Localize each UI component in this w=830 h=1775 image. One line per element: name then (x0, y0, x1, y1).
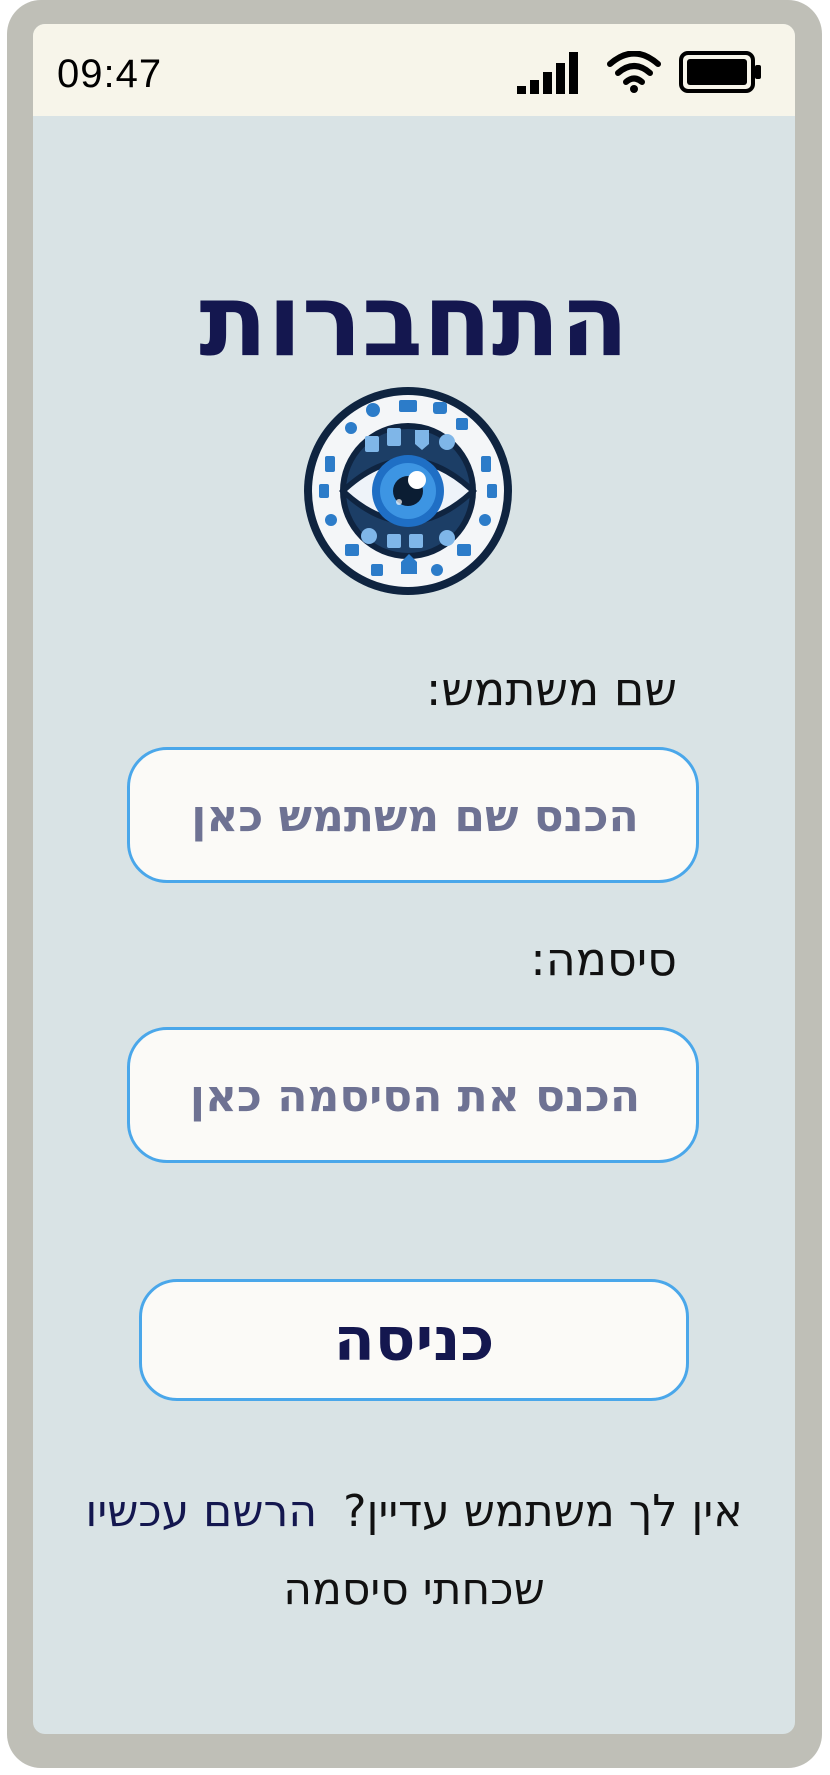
password-field-box (127, 1027, 700, 1163)
username-input[interactable] (130, 750, 700, 882)
signup-link[interactable]: הרשם עכשיו (85, 1486, 317, 1537)
eye-logo-icon (304, 387, 512, 595)
password-label: סיסמה: (530, 932, 677, 986)
username-field-box (127, 747, 700, 883)
forgot-password-link[interactable]: שכחתי סיסמה (33, 1564, 795, 1615)
password-input[interactable] (130, 1030, 700, 1162)
app-screen: 09:47 התחברות שם משתמש: הכנס שם משתמש כא… (33, 24, 795, 1734)
status-bar: 09:47 (33, 24, 795, 116)
signal-icon (517, 52, 578, 94)
username-label: שם משתמש: (425, 662, 677, 716)
status-icons (517, 50, 763, 94)
phone-frame: 09:47 התחברות שם משתמש: הכנס שם משתמש כא… (7, 0, 822, 1768)
signup-prompt: אין לך משתמש עדיין? הרשם עכשיו (33, 1486, 795, 1537)
page-title: התחברות (199, 262, 629, 379)
status-time: 09:47 (57, 52, 163, 96)
wifi-icon (607, 51, 661, 93)
battery-icon (679, 51, 761, 93)
login-button[interactable]: כניסה (139, 1279, 689, 1401)
no-account-text: אין לך משתמש עדיין? (343, 1486, 743, 1537)
